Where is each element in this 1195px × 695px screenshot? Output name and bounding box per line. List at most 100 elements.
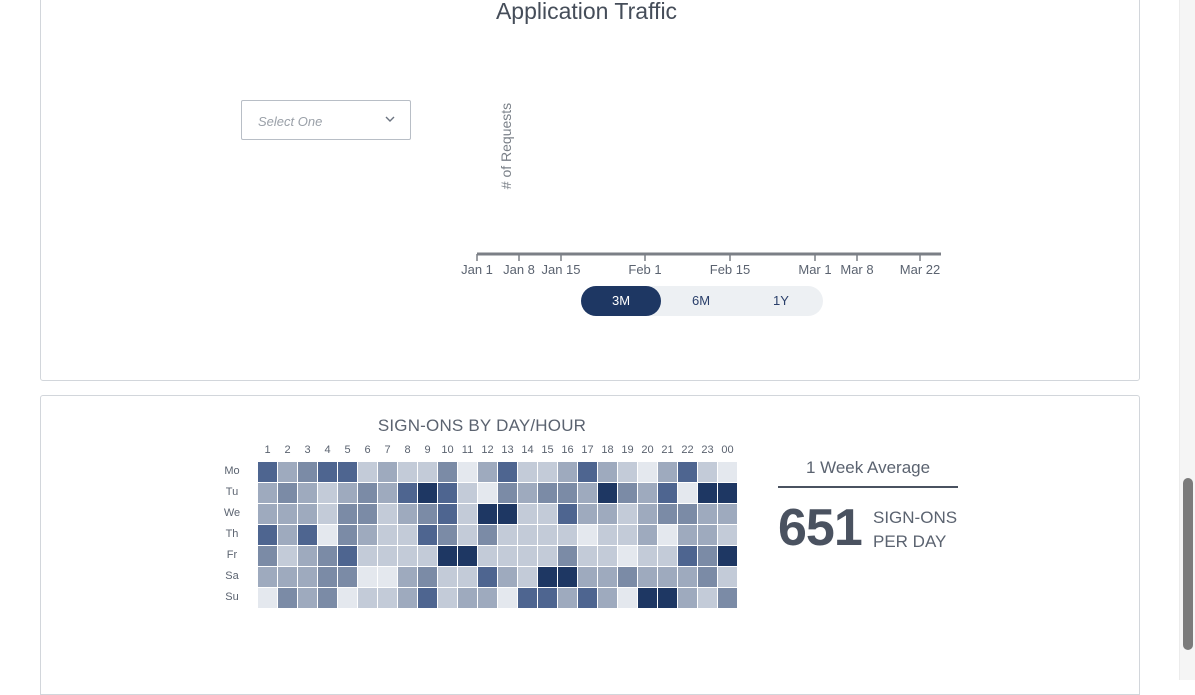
heatmap-cell: [318, 525, 337, 545]
heatmap-cell: [598, 567, 617, 587]
heatmap-hour-label: 10: [441, 444, 454, 456]
average-unit: SIGN-ONS PER DAY: [873, 506, 957, 554]
range-6m-button[interactable]: 6M: [661, 286, 741, 316]
heatmap-day-label: Sa: [225, 570, 239, 582]
heatmap-cell: [418, 546, 437, 566]
heatmap-cell: [318, 483, 337, 503]
x-tick-label: Feb 15: [710, 262, 750, 275]
heatmap-cell: [398, 462, 417, 482]
heatmap-cell: [338, 546, 357, 566]
heatmap-cell: [698, 525, 717, 545]
heatmap-cell: [498, 504, 517, 524]
heatmap-cell: [378, 546, 397, 566]
heatmap-cell: [338, 462, 357, 482]
heatmap-hour-label: 8: [404, 444, 411, 456]
heatmap-cell: [558, 546, 577, 566]
heatmap-cell: [398, 588, 417, 608]
heatmap-cell: [618, 462, 637, 482]
heatmap-cell: [378, 483, 397, 503]
heatmap-hour-label: 6: [364, 444, 371, 456]
heatmap-hour-label: 2: [284, 444, 291, 456]
heatmap-cell: [278, 567, 297, 587]
signons-panel: SIGN-ONS BY DAY/HOUR 1 2 3 4 5 6 7 8 9 10 11 12 13 14…: [40, 395, 1140, 695]
heatmap-cell: [338, 504, 357, 524]
heatmap-hour-label: 22: [681, 444, 694, 456]
heatmap-day-label: Tu: [225, 486, 239, 498]
heatmap-cell: [298, 567, 317, 587]
page-scrollbar[interactable]: [1179, 0, 1195, 680]
heatmap-cell: [398, 567, 417, 587]
heatmap-cell: [518, 525, 537, 545]
heatmap-cell: [258, 462, 277, 482]
heatmap-hour-label: 20: [641, 444, 654, 456]
heatmap-hour-label: 15: [541, 444, 554, 456]
heatmap-cell: [698, 462, 717, 482]
heatmap-cell: [558, 483, 577, 503]
heatmap-cell: [458, 588, 477, 608]
heatmap-cell: [358, 525, 377, 545]
heatmap-cell: [498, 546, 517, 566]
heatmap-cell: [458, 567, 477, 587]
heatmap-cell: [678, 567, 697, 587]
heatmap-cell: [578, 504, 597, 524]
heatmap-cell: [338, 525, 357, 545]
heatmap-cell: [578, 588, 597, 608]
x-tick-label: Mar 22: [900, 262, 940, 275]
heatmap-cell: [418, 525, 437, 545]
heatmap-cell: [438, 567, 457, 587]
heatmap-hour-label: 5: [344, 444, 351, 456]
heatmap-cell: [258, 483, 277, 503]
heatmap-title: SIGN-ONS BY DAY/HOUR: [377, 416, 587, 435]
heatmap-cell: [518, 567, 537, 587]
heatmap-cell: [278, 588, 297, 608]
heatmap-cell: [538, 462, 557, 482]
heatmap-cell: [438, 504, 457, 524]
heatmap-cell: [398, 504, 417, 524]
heatmap-hour-label: 3: [304, 444, 311, 456]
heatmap-cell: [558, 567, 577, 587]
heatmap-cell: [718, 588, 737, 608]
heatmap-cell: [298, 588, 317, 608]
heatmap-cell: [418, 483, 437, 503]
heatmap-cell: [498, 567, 517, 587]
heatmap-cell: [638, 546, 657, 566]
heatmap-cell: [618, 483, 637, 503]
heatmap-cell: [378, 504, 397, 524]
heatmap-cell: [718, 567, 737, 587]
heatmap-cell: [318, 504, 337, 524]
heatmap-cell: [498, 588, 517, 608]
heatmap-cell: [378, 567, 397, 587]
time-range-toggle: 3M 6M 1Y: [581, 286, 823, 316]
heatmap-cell: [678, 462, 697, 482]
heatmap-cell: [618, 546, 637, 566]
heatmap-hour-label: 00: [721, 444, 734, 456]
heatmap-cell: [258, 567, 277, 587]
heatmap-cell: [578, 546, 597, 566]
heatmap-hour-label: 9: [424, 444, 431, 456]
heatmap-cell: [258, 546, 277, 566]
heatmap-cell: [358, 483, 377, 503]
heatmap-cell: [638, 504, 657, 524]
heatmap-cell: [418, 588, 437, 608]
heatmap-cell: [658, 483, 677, 503]
heatmap-cell: [678, 588, 697, 608]
x-tick-label: Mar 1: [798, 262, 831, 275]
heatmap-cell: [358, 462, 377, 482]
heatmap-cell: [638, 462, 657, 482]
heatmap-cell: [718, 483, 737, 503]
heatmap-cell: [478, 483, 497, 503]
x-tick-label: Jan 8: [503, 262, 535, 275]
weekly-average-card: 1 Week Average 651 SIGN-ONS PER DAY: [778, 458, 958, 557]
scrollbar-thumb[interactable]: [1183, 478, 1193, 650]
heatmap-cell: [358, 504, 377, 524]
heatmap-cell: [698, 504, 717, 524]
range-1y-button[interactable]: 1Y: [741, 286, 821, 316]
heatmap-cell: [558, 504, 577, 524]
heatmap-cell: [318, 462, 337, 482]
heatmap-hour-label: 16: [561, 444, 574, 456]
range-3m-button[interactable]: 3M: [581, 286, 661, 316]
heatmap-cell: [538, 504, 557, 524]
heatmap-cell: [558, 588, 577, 608]
traffic-panel: Application Traffic Select One # of Requ…: [40, 0, 1140, 381]
heatmap-cell: [538, 525, 557, 545]
